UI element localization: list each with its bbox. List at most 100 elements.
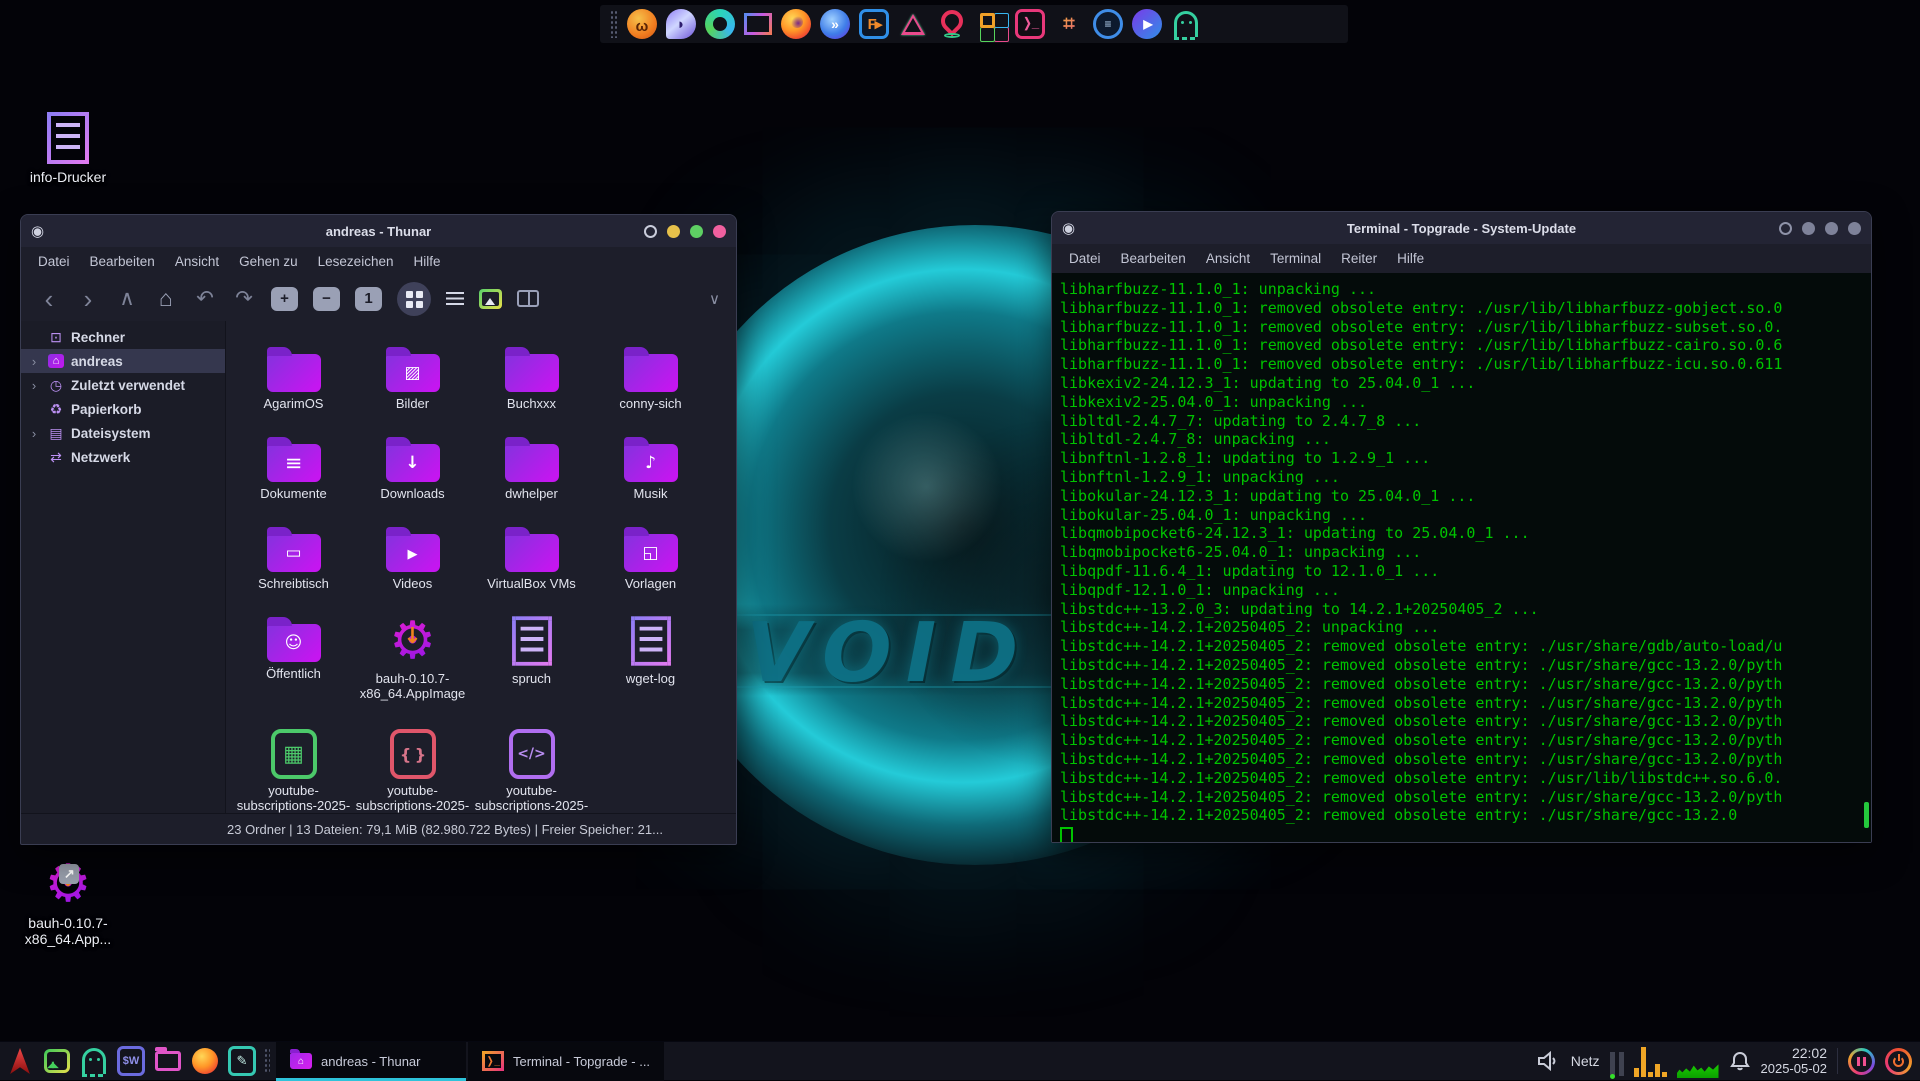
- file-item[interactable]: Dokumente: [234, 425, 353, 515]
- expander-icon[interactable]: ›: [27, 354, 41, 369]
- pause-updates-icon[interactable]: [1848, 1048, 1875, 1075]
- file-item[interactable]: Buchxxx: [472, 335, 591, 425]
- file-item[interactable]: AgarimOS: [234, 335, 353, 425]
- menu-item-datei[interactable]: Datei: [1060, 248, 1110, 269]
- load-monitor-icon[interactable]: [1610, 1046, 1624, 1076]
- redo-icon[interactable]: ↷: [232, 288, 256, 309]
- up-icon[interactable]: ∧: [115, 288, 139, 309]
- window-close-button[interactable]: [713, 225, 726, 238]
- ghost-icon[interactable]: [1171, 9, 1201, 39]
- sidebar-item-netzwerk[interactable]: ⇄Netzwerk: [21, 445, 225, 469]
- falcon-icon[interactable]: [666, 9, 696, 39]
- file-item[interactable]: wget-log: [591, 605, 710, 719]
- file-item[interactable]: Schreibtisch: [234, 515, 353, 605]
- file-manager-icon[interactable]: [154, 1047, 182, 1075]
- files-icon[interactable]: [744, 13, 772, 35]
- taskbar-task-thunar[interactable]: ⌂andreas - Thunar: [276, 1042, 466, 1081]
- terminal-titlebar[interactable]: ◉ Terminal - Topgrade - System-Update: [1052, 212, 1871, 244]
- terminal-scrollbar-thumb[interactable]: [1864, 802, 1869, 828]
- window-maximize-button[interactable]: [1802, 222, 1815, 235]
- maps-icon[interactable]: [937, 9, 967, 39]
- menu-item-reiter[interactable]: Reiter: [1332, 248, 1386, 269]
- file-item[interactable]: dwhelper: [472, 425, 591, 515]
- workspaces-icon[interactable]: [976, 9, 1006, 39]
- file-item[interactable]: Öffentlich: [234, 605, 353, 719]
- file-item[interactable]: ⚙bauh-0.10.7-x86_64.AppImage: [353, 605, 472, 719]
- sidebar-item-zuletzt-verwendet[interactable]: ›◷Zuletzt verwendet: [21, 373, 225, 397]
- window-maximize-button[interactable]: [667, 225, 680, 238]
- globe-icon[interactable]: [1093, 9, 1123, 39]
- menu-item-gehen-zu[interactable]: Gehen zu: [230, 251, 307, 272]
- expander-icon[interactable]: ›: [27, 378, 41, 393]
- web-browser-icon[interactable]: [705, 9, 735, 39]
- volume-icon[interactable]: [1537, 1051, 1561, 1071]
- sidebar-item-andreas[interactable]: ›⌂andreas: [21, 349, 225, 373]
- back-icon[interactable]: ‹: [37, 286, 61, 312]
- cpu-monitor-icon[interactable]: [1634, 1045, 1667, 1077]
- home-icon[interactable]: ⌂: [154, 287, 178, 310]
- prism-icon[interactable]: [898, 9, 928, 39]
- sidebar-item-papierkorb[interactable]: ♻Papierkorb: [21, 397, 225, 421]
- taskbar-task-terminal[interactable]: ❭_Terminal - Topgrade - ...: [468, 1042, 664, 1081]
- window-restore-button[interactable]: [1825, 222, 1838, 235]
- firefox-icon[interactable]: [781, 9, 811, 39]
- file-item[interactable]: Downloads: [353, 425, 472, 515]
- network-graph-icon[interactable]: [1677, 1058, 1719, 1078]
- file-item[interactable]: Videos: [353, 515, 472, 605]
- brave-icon[interactable]: [627, 9, 657, 39]
- clock[interactable]: 22:02 2025-05-02: [1761, 1046, 1828, 1076]
- chevron-down-icon[interactable]: ∨: [709, 290, 720, 308]
- network-label[interactable]: Netz: [1571, 1053, 1600, 1069]
- split-view-button[interactable]: [517, 290, 539, 307]
- thunar-titlebar[interactable]: ◉ andreas - Thunar: [21, 215, 736, 247]
- expander-icon[interactable]: ›: [27, 426, 41, 441]
- desktop-icon-bauh[interactable]: ⚙ ↗ bauh-0.10.7- x86_64.App...: [18, 858, 118, 947]
- menu-item-hilfe[interactable]: Hilfe: [404, 251, 449, 272]
- file-item[interactable]: conny-sich: [591, 335, 710, 425]
- thunderbird-icon[interactable]: [820, 9, 850, 39]
- terminal-content[interactable]: libharfbuzz-11.1.0_1: unpacking ...libha…: [1052, 273, 1871, 842]
- file-item[interactable]: youtube-subscriptions-2025-02-21.json: [353, 719, 472, 813]
- menu-item-hilfe[interactable]: Hilfe: [1388, 248, 1433, 269]
- file-item[interactable]: spruch: [472, 605, 591, 719]
- window-minimize-button[interactable]: [644, 225, 657, 238]
- file-item[interactable]: youtube-subscriptions-2025-02-21.opml: [472, 719, 591, 813]
- notifications-bell-icon[interactable]: [1729, 1050, 1751, 1072]
- window-minimize-button[interactable]: [1779, 222, 1792, 235]
- zoom-reset-button[interactable]: 1: [355, 287, 382, 311]
- window-menu-icon[interactable]: ◉: [31, 224, 44, 239]
- menu-item-lesezeichen[interactable]: Lesezeichen: [309, 251, 403, 272]
- ghost-app-icon[interactable]: [80, 1047, 108, 1075]
- zoom-out-button[interactable]: −: [313, 287, 340, 311]
- file-item[interactable]: youtube-subscriptions-2025-02-21.csv: [234, 719, 353, 813]
- dock-handle[interactable]: [610, 10, 618, 38]
- firefox-icon[interactable]: [191, 1047, 219, 1075]
- sidebar-item-rechner[interactable]: ⊡Rechner: [21, 325, 225, 349]
- menu-item-ansicht[interactable]: Ansicht: [1197, 248, 1259, 269]
- thumbnail-view-button[interactable]: [479, 289, 502, 309]
- media-player-icon[interactable]: [859, 9, 889, 39]
- desktop-icon-info-drucker[interactable]: info-Drucker: [18, 112, 118, 185]
- hub-icon[interactable]: [1054, 9, 1084, 39]
- menu-item-bearbeiten[interactable]: Bearbeiten: [81, 251, 164, 272]
- wallet-terminal-icon[interactable]: $W: [117, 1047, 145, 1075]
- file-item[interactable]: Bilder: [353, 335, 472, 425]
- file-item[interactable]: VirtualBox VMs: [472, 515, 591, 605]
- grid-view-button[interactable]: [397, 282, 431, 316]
- window-restore-button[interactable]: [690, 225, 703, 238]
- sidebar-item-dateisystem[interactable]: ›▤Dateisystem: [21, 421, 225, 445]
- media-play-icon[interactable]: [1132, 9, 1162, 39]
- window-close-button[interactable]: [1848, 222, 1861, 235]
- terminal-icon[interactable]: [1015, 9, 1045, 39]
- window-menu-icon[interactable]: ◉: [1062, 221, 1075, 236]
- menu-item-bearbeiten[interactable]: Bearbeiten: [1112, 248, 1195, 269]
- file-item[interactable]: Vorlagen: [591, 515, 710, 605]
- image-viewer-icon[interactable]: [43, 1047, 71, 1075]
- menu-item-ansicht[interactable]: Ansicht: [166, 251, 228, 272]
- zoom-in-button[interactable]: +: [271, 287, 298, 311]
- text-editor-icon[interactable]: ✎: [228, 1047, 256, 1075]
- menu-item-datei[interactable]: Datei: [29, 251, 79, 272]
- file-item[interactable]: Musik: [591, 425, 710, 515]
- power-icon[interactable]: [1885, 1048, 1912, 1075]
- menu-item-terminal[interactable]: Terminal: [1261, 248, 1330, 269]
